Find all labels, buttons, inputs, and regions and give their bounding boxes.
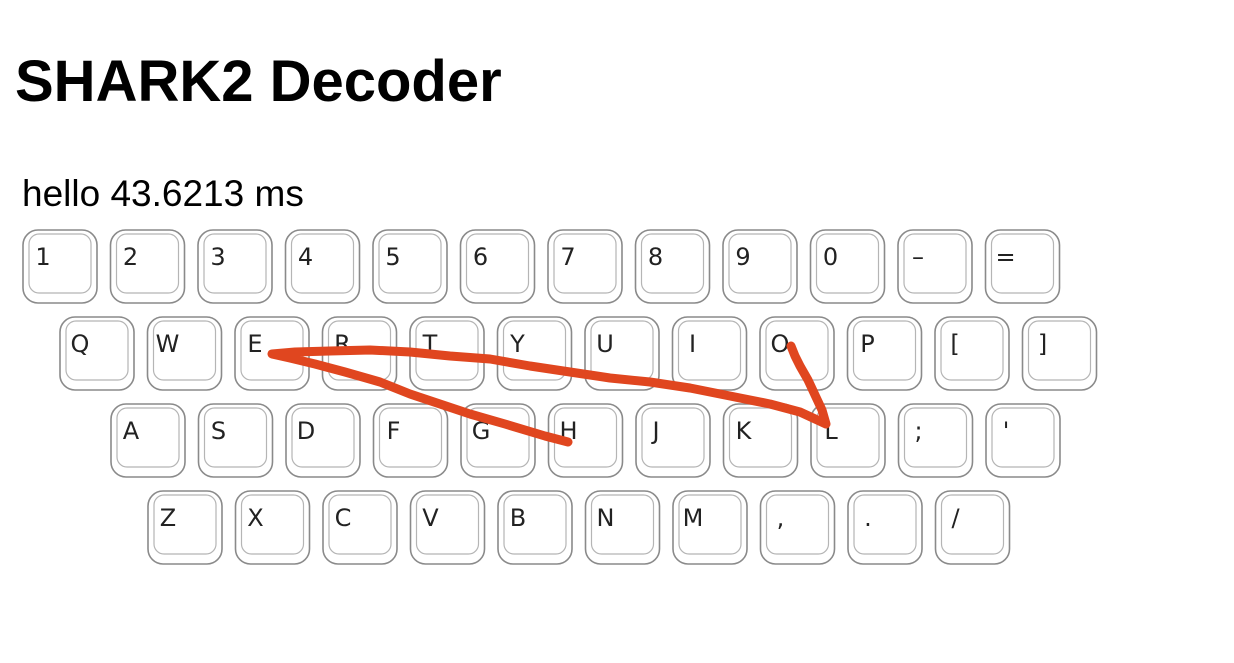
key-label: 6 bbox=[473, 243, 488, 271]
key-label: W bbox=[156, 330, 180, 358]
key-label: ' bbox=[1003, 417, 1010, 445]
key-label: P bbox=[860, 330, 874, 358]
key-V[interactable]: V bbox=[409, 490, 486, 565]
key-label: ; bbox=[914, 417, 922, 445]
key-label: Y bbox=[509, 330, 525, 358]
key-label: . bbox=[864, 504, 872, 532]
key-label: J bbox=[650, 417, 659, 445]
key-label: 5 bbox=[385, 243, 400, 271]
key-1[interactable]: 1 bbox=[22, 229, 98, 304]
key-label: 7 bbox=[560, 243, 575, 271]
key-label: 1 bbox=[35, 243, 50, 271]
key-label: S bbox=[211, 417, 226, 445]
key-,[interactable]: , bbox=[759, 490, 836, 565]
key-label: = bbox=[995, 243, 1015, 271]
key-=[interactable]: = bbox=[984, 229, 1061, 304]
key-label: D bbox=[297, 417, 315, 445]
key-Q[interactable]: Q bbox=[59, 316, 135, 391]
key-D[interactable]: D bbox=[285, 403, 361, 478]
key-label: K bbox=[736, 417, 753, 445]
key-label: B bbox=[510, 504, 526, 532]
key-7[interactable]: 7 bbox=[547, 229, 623, 304]
key-label: 8 bbox=[648, 243, 663, 271]
key-J[interactable]: J bbox=[635, 403, 711, 478]
key-;[interactable]: ; bbox=[897, 403, 974, 478]
key-P[interactable]: P bbox=[846, 316, 923, 391]
key-9[interactable]: 9 bbox=[722, 229, 798, 304]
key-label: N bbox=[597, 504, 615, 532]
key-label: U bbox=[596, 330, 614, 358]
key-label: V bbox=[422, 504, 439, 532]
key-/[interactable]: / bbox=[934, 490, 1011, 565]
key-label: F bbox=[387, 417, 401, 445]
key-label: 4 bbox=[298, 243, 313, 271]
key-label: 0 bbox=[823, 243, 838, 271]
key-label: C bbox=[335, 504, 352, 532]
key-Z[interactable]: Z bbox=[147, 490, 223, 565]
key-A[interactable]: A bbox=[110, 403, 186, 478]
key-2[interactable]: 2 bbox=[109, 229, 186, 304]
key-label: A bbox=[123, 417, 140, 445]
keyboard-area: 1 2 3 4 5 6 7 8 9 0– = Q W E R T Y U I O P[] A S D F G H J K L; ' Z X C V B… bbox=[0, 0, 1234, 663]
key-5[interactable]: 5 bbox=[372, 229, 448, 304]
key-label: I bbox=[689, 330, 696, 358]
key-label: 3 bbox=[210, 243, 225, 271]
key-.[interactable]: . bbox=[847, 490, 923, 565]
key-label: ] bbox=[1038, 330, 1047, 358]
key-–[interactable]: – bbox=[897, 229, 973, 304]
key-label: 9 bbox=[735, 243, 750, 271]
key-[[interactable]: [ bbox=[934, 316, 1010, 391]
key-3[interactable]: 3 bbox=[197, 229, 273, 304]
key-N[interactable]: N bbox=[584, 490, 661, 565]
key-C[interactable]: C bbox=[322, 490, 398, 565]
key-K[interactable]: K bbox=[722, 403, 799, 478]
key-M[interactable]: M bbox=[672, 490, 748, 565]
key-6[interactable]: 6 bbox=[459, 229, 536, 304]
key-Y[interactable]: Y bbox=[496, 316, 573, 391]
key-label: , bbox=[777, 504, 785, 532]
keyboard[interactable]: 1 2 3 4 5 6 7 8 9 0– =Q W E R T Y U I O P[]A S D F G H J K L; 'Z X C V B… bbox=[0, 0, 1234, 663]
key-8[interactable]: 8 bbox=[634, 229, 711, 304]
key-label: X bbox=[247, 504, 263, 532]
key-label: [ bbox=[950, 330, 959, 358]
key-label: O bbox=[771, 330, 790, 358]
key-X[interactable]: X bbox=[234, 490, 311, 565]
key-label: Z bbox=[160, 504, 176, 532]
key-label: Q bbox=[71, 330, 90, 358]
key-][interactable]: ] bbox=[1021, 316, 1098, 391]
page: SHARK2 Decoder hello 43.6213 ms 12345678… bbox=[0, 0, 1234, 663]
key-'[interactable]: ' bbox=[985, 403, 1061, 478]
key-label: / bbox=[951, 504, 960, 532]
key-W[interactable]: W bbox=[146, 316, 223, 391]
key-label: – bbox=[912, 243, 924, 271]
key-4[interactable]: 4 bbox=[284, 229, 361, 304]
key-B[interactable]: B bbox=[497, 490, 573, 565]
key-label: M bbox=[683, 504, 704, 532]
key-I[interactable]: I bbox=[671, 316, 748, 391]
key-F[interactable]: F bbox=[372, 403, 449, 478]
key-label: E bbox=[247, 330, 262, 358]
key-label: 2 bbox=[123, 243, 138, 271]
key-0[interactable]: 0 bbox=[809, 229, 886, 304]
key-S[interactable]: S bbox=[197, 403, 274, 478]
